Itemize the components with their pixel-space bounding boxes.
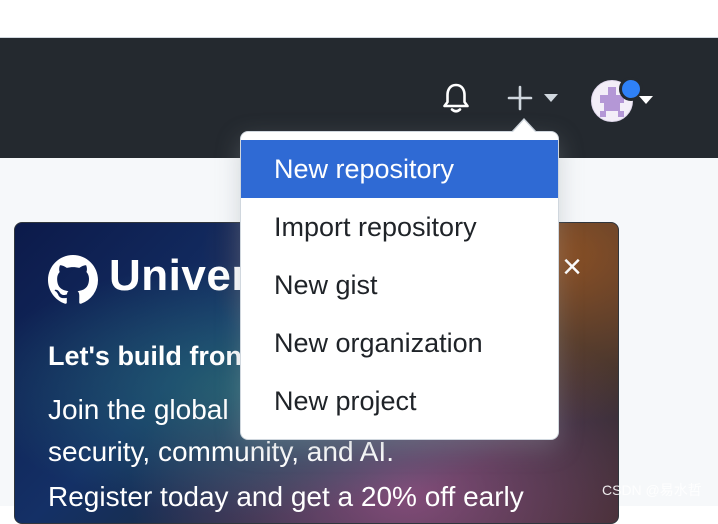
menu-item-new-project[interactable]: New project	[241, 372, 558, 430]
github-logo-icon	[48, 255, 98, 304]
create-new-button[interactable]	[500, 78, 564, 118]
browser-top-strip	[0, 0, 718, 38]
menu-caret	[512, 120, 536, 133]
menu-list: New repository Import repository New gis…	[241, 140, 558, 430]
user-menu-button[interactable]	[586, 74, 660, 124]
watermark-text: CSDN @易水哲	[602, 482, 702, 498]
plus-icon	[507, 85, 533, 111]
notifications-button[interactable]	[436, 78, 476, 118]
menu-item-new-organization[interactable]: New organization	[241, 314, 558, 372]
create-dropdown-menu: New repository Import repository New gis…	[240, 131, 559, 440]
caret-down-icon	[544, 94, 558, 102]
banner-register-text: Register today and get a 20% off early	[48, 481, 524, 512]
menu-item-import-repository[interactable]: Import repository	[241, 198, 558, 256]
banner-heading: Let's build fron	[48, 341, 242, 371]
close-icon[interactable]: ×	[558, 250, 586, 284]
caret-down-icon	[639, 96, 653, 104]
banner-brand-title: Univer	[109, 251, 249, 300]
menu-item-new-gist[interactable]: New gist	[241, 256, 558, 314]
menu-item-new-repository[interactable]: New repository	[241, 140, 558, 198]
bell-icon	[443, 83, 469, 113]
